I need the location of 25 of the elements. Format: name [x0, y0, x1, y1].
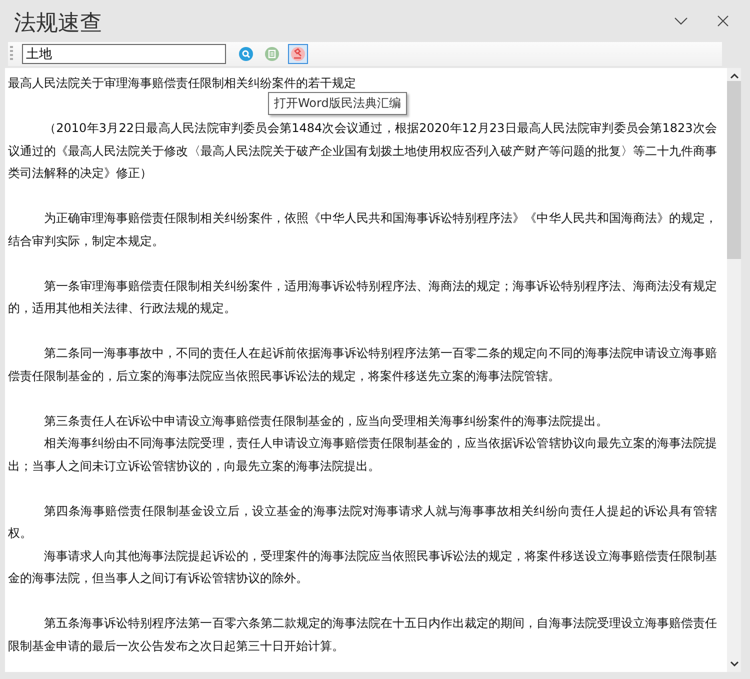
paragraph: 相关海事纠纷由不同海事法院受理，责任人申请设立海事赔偿责任限制基金的，应当依据诉讼管辖协议向最先立案的海事法院提出；当事人之间未订立诉讼管辖协议的，向最先立案的海事法院提出。 [8, 435, 717, 474]
paragraph: 为正确审理海事赔偿责任限制相关纠纷案件，依照《中华人民共和国海事诉讼特别程序法》《中华人民共和国海商法》的规定，结合审判实际，制定本规定。 [8, 210, 717, 250]
gavel-icon [291, 47, 305, 61]
panel-title: 法规速查 [14, 10, 103, 38]
document-icon [265, 47, 279, 61]
scroll-down-icon[interactable] [730, 661, 738, 667]
paragraph: （2010年3月22日最高人民法院审判委员会第1484次会议通过，根据2020年12月23日最高人民法院审判委员会第1823次会议通过的《最高人民法院关于修改〈最高人民法院关于破产企业国有划拨土地使用权应否列入破产财产等问题的批复〉等二十九件商事类司法解释的决定》修正） [8, 120, 717, 182]
toolbar-button[interactable] [236, 44, 256, 64]
chevron-down-icon [674, 17, 688, 25]
scrollbar[interactable] [727, 68, 741, 672]
paragraph: 第五条海事诉讼特别程序法第一百零六条第二款规定的海事法院在十五日内作出裁定的期间，自海事法院受理设立海事赔偿责任限制基金申请的最后一次公告发布之次日起第三十日开始计算。 [8, 615, 717, 654]
toolbar-button[interactable] [288, 44, 308, 64]
document-title: 最高人民法院关于审理海事赔偿责任限制相关纠纷案件的若干规定 [8, 75, 357, 92]
paragraph: 海事请求人向其他海事法院提起诉讼的，受理案件的海事法院应当依照民事诉讼法的规定，将案件移送设立海事赔偿责任限制基金的海事法院，但当事人之间订有诉讼管辖协议的除外。 [8, 548, 717, 587]
paragraph: 第二条同一海事事故中，不同的责任人在起诉前依据海事诉讼特别程序法第一百零二条的规定向不同的海事法院申请设立海事赔偿责任限制基金的，后立案的海事法院应当依照民事诉讼法的规定，将案件移送先立案的海事法院管辖。 [8, 345, 717, 384]
search-field[interactable]: 土地 [22, 44, 226, 64]
toolbar-button[interactable] [262, 44, 282, 64]
scroll-up-icon[interactable] [730, 73, 738, 79]
close-icon [717, 15, 729, 27]
paragraph: 第三条责任人在诉讼中申请设立海事赔偿责任限制基金的，应当向受理相关海事纠纷案件的海事法院提出。 [43, 412, 609, 430]
tooltip: 打开Word版民法典汇编 [268, 92, 407, 115]
search-icon [239, 47, 253, 61]
toolbar-grip[interactable] [10, 46, 13, 62]
paragraph: 第一条审理海事赔偿责任限制相关纠纷案件，适用海事诉讼特别程序法、海商法的规定；海事诉讼特别程序法、海商法没有规定的，适用其他相关法律、行政法规的规定。 [8, 278, 717, 317]
paragraph: 第四条海事赔偿责任限制基金设立后，设立基金的海事法院对海事请求人就与海事事故相关纠纷向责任人提起的诉讼具有管辖权。 [8, 502, 717, 542]
